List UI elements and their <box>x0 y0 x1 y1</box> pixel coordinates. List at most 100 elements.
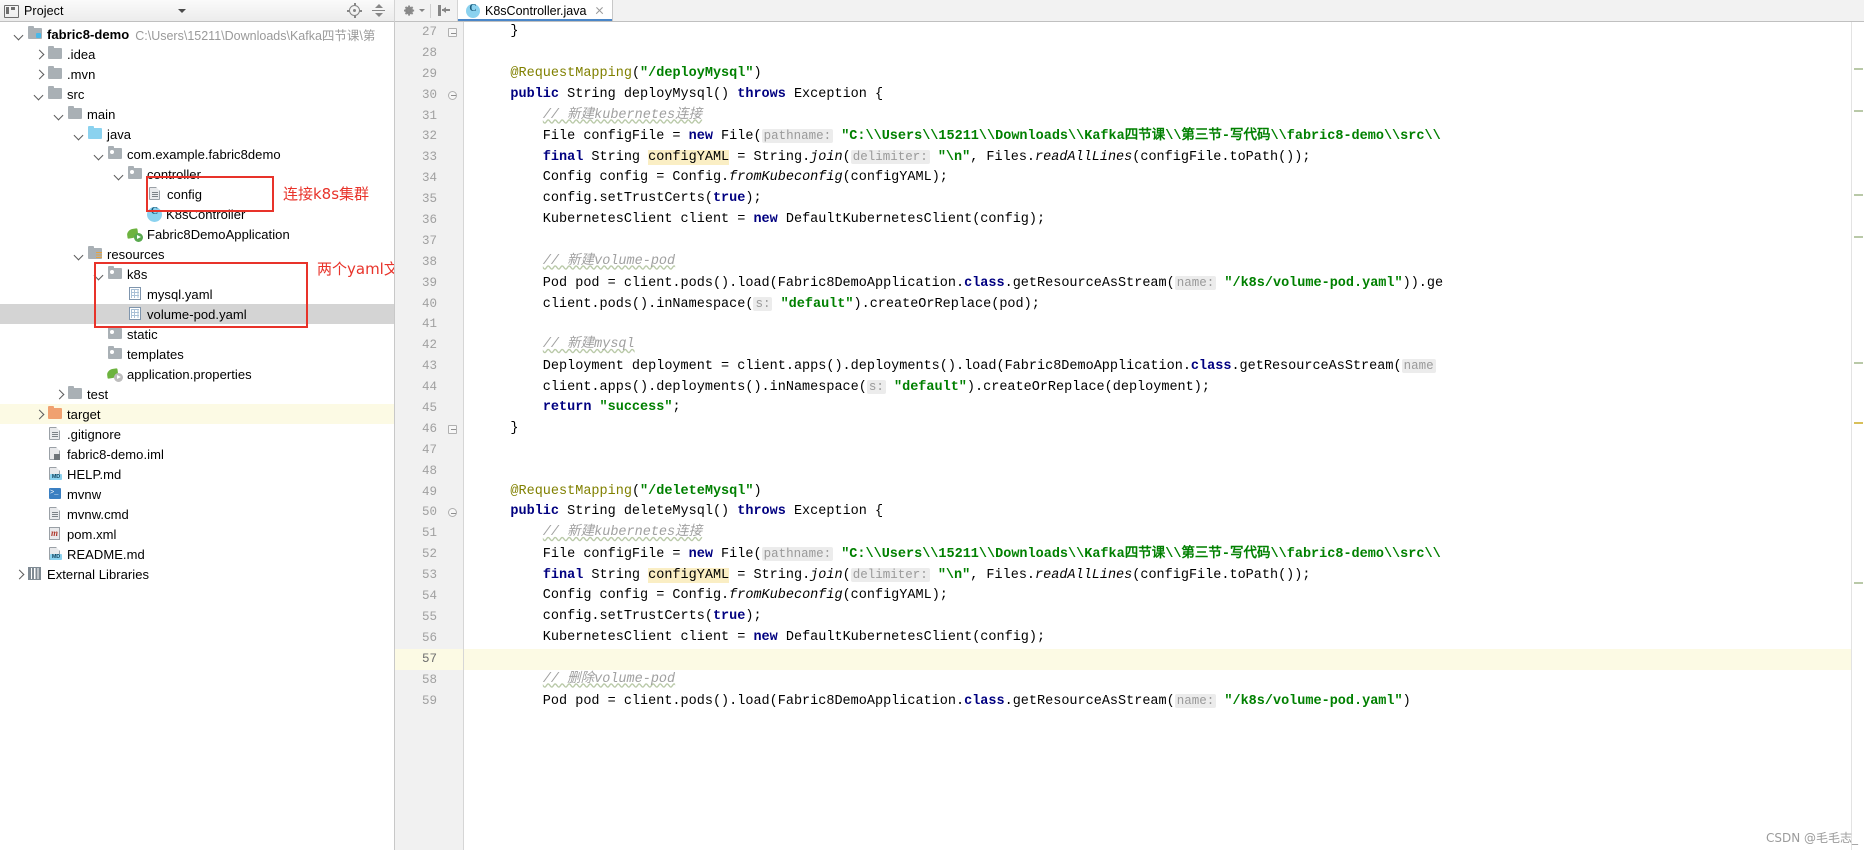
code-line[interactable]: client.apps().deployments().inNamespace(… <box>478 377 1864 398</box>
tree-row-mvn[interactable]: .mvn <box>0 64 394 84</box>
code-line[interactable] <box>478 314 1864 335</box>
tree-row-pom-xml[interactable]: m pom.xml <box>0 524 394 544</box>
project-panel-header[interactable]: Project <box>0 0 395 22</box>
code-line[interactable]: config.setTrustCerts(true); <box>478 607 1864 628</box>
tree-row-com-example-fabric8demo[interactable]: com.example.fabric8demo <box>0 144 394 164</box>
markdown-file-icon: MD <box>47 547 63 561</box>
tree-row-idea[interactable]: .idea <box>0 44 394 64</box>
code-line[interactable]: File configFile = new File(pathname: "C:… <box>478 126 1864 147</box>
code-line[interactable]: Config config = Config.fromKubeconfig(co… <box>478 168 1864 189</box>
tree-row-fabric8demoapplication[interactable]: Fabric8DemoApplication <box>0 224 394 244</box>
code-line[interactable]: @RequestMapping("/deployMysql") <box>478 64 1864 85</box>
code-line[interactable] <box>478 43 1864 64</box>
code-line[interactable]: return "success"; <box>478 398 1864 419</box>
tree-row-mvnw-cmd[interactable]: mvnw.cmd <box>0 504 394 524</box>
tree-row-mvnw[interactable]: >_ mvnw <box>0 484 394 504</box>
tree-row-templates[interactable]: templates <box>0 344 394 364</box>
code-line[interactable]: @RequestMapping("/deleteMysql") <box>478 482 1864 503</box>
code-line[interactable]: // 新建kubernetes连接 <box>478 106 1864 127</box>
locate-icon[interactable] <box>347 3 362 18</box>
tab-k8scontroller-java[interactable]: K8sController.java <box>458 0 614 21</box>
chevron-down-icon[interactable] <box>178 9 186 13</box>
tree-row-controller[interactable]: controller <box>0 164 394 184</box>
project-tree[interactable]: fabric8-demo C:\Users\15211\Downloads\Ka… <box>0 22 395 850</box>
code-line[interactable]: Pod pod = client.pods().load(Fabric8Demo… <box>478 273 1864 294</box>
line-number: 27 <box>395 22 463 43</box>
line-number-gutter[interactable]: 27 28 29 30 31 32 33 34 35 36 37 38 39 40 41 42 43 44 45 46… <box>395 22 464 850</box>
code-line[interactable]: File configFile = new File(pathname: "C:… <box>478 544 1864 565</box>
twisty-icon[interactable] <box>74 129 85 140</box>
tree-row-volume-pod-yaml[interactable]: volume-pod.yaml <box>0 304 394 324</box>
tree-row-main[interactable]: main <box>0 104 394 124</box>
code-content[interactable]: } @RequestMapping("/deployMysql") public… <box>464 22 1864 850</box>
tree-item-label: pom.xml <box>67 526 117 542</box>
tree-row-src[interactable]: src <box>0 84 394 104</box>
tree-row-help-md[interactable]: MD HELP.md <box>0 464 394 484</box>
editor-tab-strip: K8sController.java <box>395 0 1864 22</box>
code-line[interactable]: // 新建mysql <box>478 335 1864 356</box>
code-line[interactable] <box>478 231 1864 252</box>
fold-toggle-icon[interactable] <box>448 28 457 37</box>
twisty-icon[interactable] <box>94 269 105 280</box>
tree-row-static[interactable]: static <box>0 324 394 344</box>
code-line[interactable]: // 新建volume-pod <box>478 252 1864 273</box>
twisty-icon[interactable] <box>114 169 125 180</box>
code-line[interactable]: public String deleteMysql() throws Excep… <box>478 502 1864 523</box>
code-line[interactable]: Deployment deployment = client.apps().de… <box>478 356 1864 377</box>
code-line[interactable] <box>464 648 1864 670</box>
twisty-icon[interactable] <box>94 149 105 160</box>
code-line[interactable]: } <box>478 22 1864 43</box>
line-number: 30 <box>395 85 463 106</box>
twisty-icon[interactable] <box>34 69 45 80</box>
code-line[interactable] <box>478 461 1864 482</box>
twisty-icon[interactable] <box>14 569 25 580</box>
tree-row-gitignore[interactable]: .gitignore <box>0 424 394 444</box>
code-line[interactable]: final String configYAML = String.join(de… <box>478 147 1864 168</box>
hide-panel-icon[interactable] <box>436 3 451 18</box>
tree-row-root[interactable]: fabric8-demo C:\Users\15211\Downloads\Ka… <box>0 24 394 44</box>
folder-icon <box>67 386 83 401</box>
code-line[interactable]: Config config = Config.fromKubeconfig(co… <box>478 586 1864 607</box>
twisty-icon[interactable] <box>14 29 25 40</box>
gear-dropdown-caret-icon[interactable] <box>419 9 425 12</box>
line-number: 55 <box>421 609 437 624</box>
code-line[interactable]: } <box>478 419 1864 440</box>
fold-toggle-icon[interactable] <box>448 90 457 100</box>
tree-row-application-properties[interactable]: application.properties <box>0 364 394 384</box>
code-line[interactable]: // 新建kubernetes连接 <box>478 523 1864 544</box>
tree-row-readme-md[interactable]: MD README.md <box>0 544 394 564</box>
code-line[interactable]: // 删除volume-pod <box>478 670 1864 691</box>
code-line[interactable]: final String configYAML = String.join(de… <box>478 565 1864 586</box>
code-line[interactable]: Pod pod = client.pods().load(Fabric8Demo… <box>478 691 1864 712</box>
code-line[interactable] <box>478 440 1864 461</box>
gear-icon[interactable] <box>401 3 416 18</box>
twisty-icon[interactable] <box>34 89 45 100</box>
code-line[interactable]: config.setTrustCerts(true); <box>478 189 1864 210</box>
tree-item-label: application.properties <box>127 366 252 382</box>
twisty-icon[interactable] <box>74 249 85 260</box>
code-line[interactable]: client.pods().inNamespace(s: "default").… <box>478 294 1864 315</box>
tree-row-test[interactable]: test <box>0 384 394 404</box>
folder-blue-icon <box>87 126 103 141</box>
error-stripe-markers[interactable] <box>1851 22 1864 850</box>
twisty-icon[interactable] <box>54 109 65 120</box>
tree-row-mysql-yaml[interactable]: mysql.yaml <box>0 284 394 304</box>
code-editor[interactable]: 27 28 29 30 31 32 33 34 35 36 37 38 39 40 41 42 43 44 45 46… <box>395 22 1864 850</box>
close-icon[interactable] <box>594 5 605 16</box>
twisty-icon[interactable] <box>34 409 45 420</box>
tree-row-target[interactable]: target <box>0 404 394 424</box>
tree-row-external-libraries[interactable]: External Libraries <box>0 564 394 584</box>
tree-row-fabric8-demo-iml[interactable]: fabric8-demo.iml <box>0 444 394 464</box>
line-number: 38 <box>421 254 437 269</box>
code-line[interactable]: public String deployMysql() throws Excep… <box>478 85 1864 106</box>
code-line[interactable]: KubernetesClient client = new DefaultKub… <box>478 628 1864 649</box>
collapse-all-icon[interactable] <box>371 3 386 18</box>
twisty-icon[interactable] <box>54 389 65 400</box>
tree-row-java[interactable]: java <box>0 124 394 144</box>
twisty-icon[interactable] <box>34 49 45 60</box>
fold-toggle-icon[interactable] <box>448 424 457 434</box>
fold-toggle-icon[interactable] <box>448 508 457 518</box>
tree-row-k8scontroller[interactable]: K8sController <box>0 204 394 224</box>
code-line[interactable]: KubernetesClient client = new DefaultKub… <box>478 210 1864 231</box>
